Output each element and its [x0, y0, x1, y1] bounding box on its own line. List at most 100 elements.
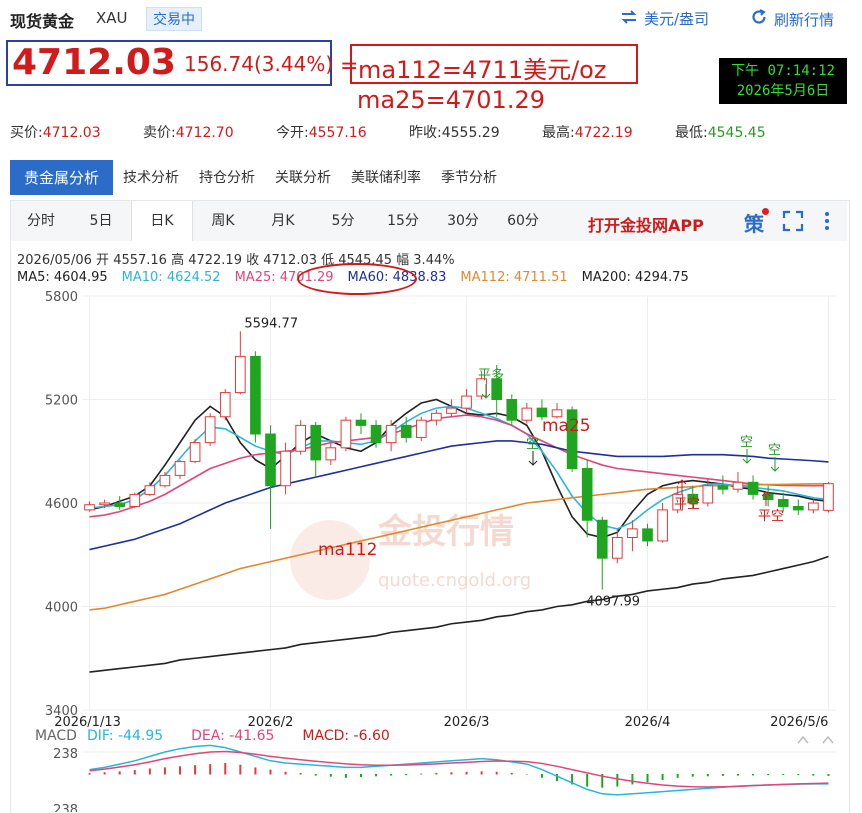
candle-body [461, 395, 472, 409]
tab-weekly-k[interactable]: 周K [193, 201, 253, 241]
analysis-tabs: 贵金属分析 技术分析 持仓分析 关联分析 美联储利率 季节分析 [10, 160, 507, 195]
tab-60min[interactable]: 60分 [493, 201, 553, 241]
tab-15min[interactable]: 15分 [373, 201, 433, 241]
ma5-value: MA5: 4604.95 [17, 270, 108, 285]
candle-body [808, 502, 819, 511]
ma200-value: MA200: 4294.75 [581, 270, 689, 285]
signal-short-label: 空 [740, 435, 753, 450]
unit-switch-link[interactable]: 美元/盎司 [620, 8, 709, 29]
quote-open: 今开:4557.16 [276, 125, 367, 141]
signal-cover-label: 平空 [674, 497, 700, 512]
current-price: 4712.03 [12, 42, 176, 83]
quote-row: 买价:4712.03 卖价:4712.70 今开:4557.16 昨收:4555… [10, 122, 808, 142]
candle-body [415, 419, 427, 438]
ma112-value: MA112: 4711.51 [460, 270, 568, 285]
candle-body [174, 461, 186, 476]
quote-high: 最高:4722.19 [542, 125, 633, 141]
candle-body [642, 528, 653, 542]
trading-status-badge: 交易中 [146, 7, 202, 31]
swap-arrows-icon [620, 9, 638, 28]
signal-long-label: 平多 [478, 367, 504, 383]
candle-body [702, 485, 714, 504]
x-tick-label: 2026/2 [248, 715, 294, 728]
refresh-quotes-link[interactable]: 刷新行情 [750, 8, 834, 30]
ma112-callout: ma112 [318, 540, 377, 560]
candle-body [506, 399, 518, 421]
tab-seasonal[interactable]: 季节分析 [431, 160, 507, 195]
candle-body [431, 412, 442, 421]
signal-cover-label: 平空 [758, 509, 784, 524]
candle-body [596, 519, 608, 559]
tab-correlation[interactable]: 关联分析 [265, 160, 341, 195]
candle-body [189, 442, 201, 463]
instrument-title: 现货黄金 [10, 12, 75, 31]
tab-monthly-k[interactable]: 月K [253, 201, 313, 241]
candle-body [355, 419, 367, 426]
tab-5day[interactable]: 5日 [71, 201, 131, 241]
x-tick-label: 2026/3 [444, 715, 490, 728]
tab-5min[interactable]: 5分 [313, 201, 373, 241]
open-app-link[interactable]: 打开金投网APP [588, 212, 704, 236]
price-change: 156.74(3.44%) [184, 52, 334, 76]
x-tick-label: 2026/1/13 [54, 715, 121, 728]
quote-bid: 买价:4712.03 [10, 125, 101, 141]
strategy-button[interactable]: 策 [744, 208, 764, 237]
low-label: 4097.99 [586, 595, 640, 610]
candlestick-chart[interactable]: 580052004600400034002026/1/13 2026/2 2026/… [0, 288, 862, 728]
candle-body [295, 424, 306, 452]
candle-body [385, 424, 397, 444]
candle-body [823, 483, 834, 511]
y-tick-label: 5200 [45, 394, 78, 409]
refresh-label: 刷新行情 [774, 10, 835, 29]
tab-positions[interactable]: 持仓分析 [189, 160, 265, 195]
candle-body [657, 509, 668, 542]
y-tick-label: 5800 [45, 290, 78, 305]
macd-dea: DEA: -41.65 [191, 728, 275, 744]
candle-body [762, 493, 774, 501]
candle-body [792, 505, 804, 511]
candle-body [84, 504, 95, 511]
clock-date: 2026年5月6日 [736, 83, 830, 99]
watermark-url: quote.cngold.org [378, 570, 531, 591]
candle-body [340, 419, 352, 449]
candle-body [732, 481, 744, 490]
candle-body [627, 528, 638, 538]
candle-body [521, 407, 533, 421]
signal-short-label: 空 [768, 443, 781, 458]
ma25-callout: ma25 [542, 416, 591, 436]
ma-line-ma10 [89, 405, 829, 530]
tab-intraday[interactable]: 分时 [11, 201, 71, 241]
clock-time: 下午 07:14:12 [731, 63, 835, 79]
quote-prev-close: 昨收:4555.29 [409, 125, 500, 141]
candle-body [280, 450, 291, 487]
y-tick-label: 4000 [45, 601, 78, 616]
macd-dea-line [89, 750, 829, 788]
more-menu-icon[interactable] [822, 210, 832, 236]
tab-fed-rate[interactable]: 美联储利率 [341, 160, 431, 195]
candle-body [325, 447, 337, 461]
quote-low: 最低:4545.45 [675, 125, 766, 141]
macd-legend: MACD DIF: -44.95 DEA: -41.65 MACD: -6.60 [35, 728, 390, 744]
candle-body [777, 499, 789, 507]
y-tick-label: 4600 [45, 497, 78, 512]
candle-body [370, 424, 382, 444]
tab-precious-metals[interactable]: 贵金属分析 [10, 160, 114, 195]
candle-body [219, 392, 231, 418]
tab-daily-k[interactable]: 日K [131, 201, 193, 241]
ma25-note: ma25=4701.29 [357, 86, 545, 114]
fullscreen-icon[interactable] [782, 210, 804, 236]
candle-body [612, 537, 623, 559]
candle-body [717, 485, 729, 490]
tab-30min[interactable]: 30分 [433, 201, 493, 241]
ma10-value: MA10: 4624.52 [121, 270, 221, 285]
tab-technical[interactable]: 技术分析 [113, 160, 189, 195]
notification-dot [762, 208, 769, 215]
candle-body [581, 468, 593, 521]
instrument-code: XAU [96, 9, 128, 27]
x-tick-label: 2026/5/6 [770, 715, 828, 728]
candle-body [400, 424, 412, 438]
candle-body [747, 481, 759, 495]
quote-ask: 卖价:4712.70 [143, 125, 234, 141]
candle-body [99, 502, 110, 506]
x-tick-label: 2026/4 [625, 715, 671, 728]
